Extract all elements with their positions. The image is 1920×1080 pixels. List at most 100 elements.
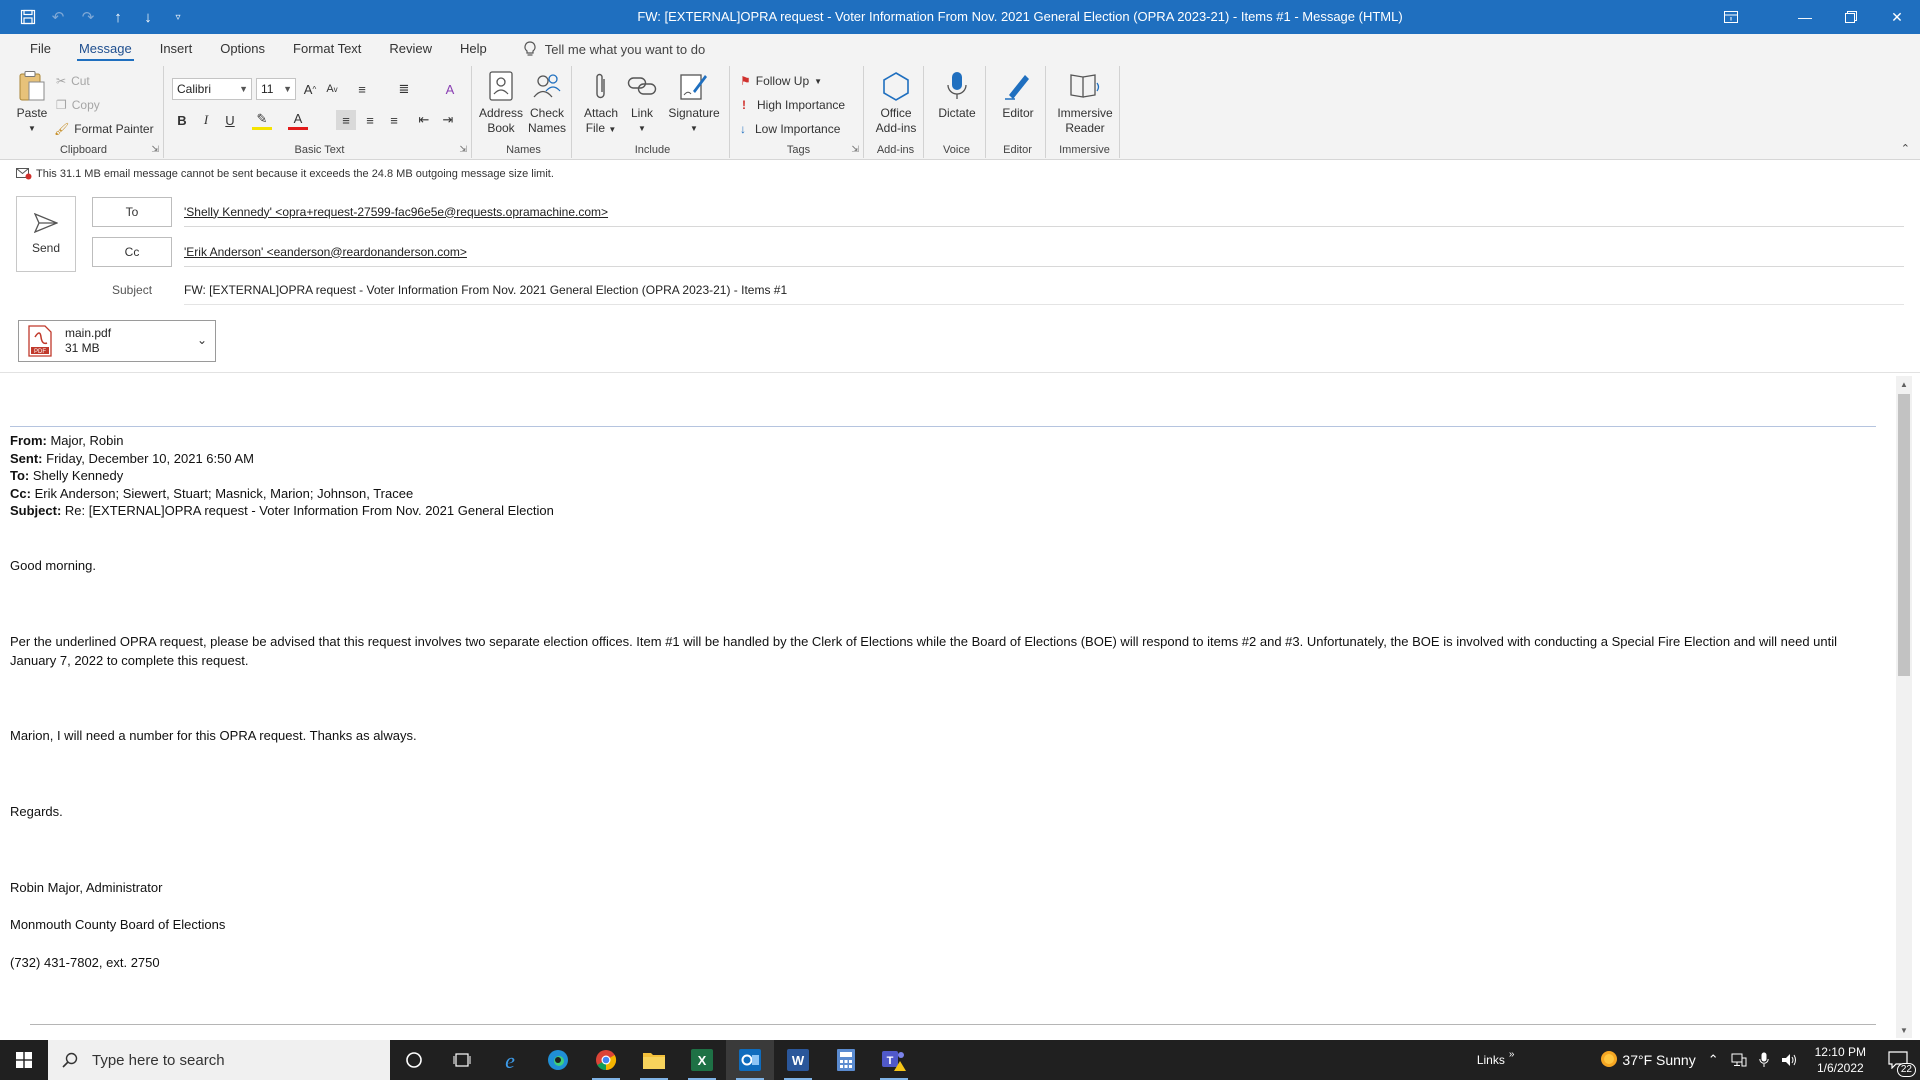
tab-insert[interactable]: Insert (146, 34, 207, 64)
paste-dropdown-icon[interactable]: ▼ (28, 121, 36, 136)
address-book-label-2: Book (487, 121, 515, 135)
font-color-icon[interactable]: A (288, 110, 308, 130)
calculator-icon[interactable] (822, 1040, 870, 1080)
tab-message[interactable]: Message (65, 34, 146, 64)
taskbar-search[interactable]: Type here to search (48, 1040, 390, 1080)
notification-center-icon[interactable]: 22 (1876, 1051, 1920, 1077)
save-icon[interactable] (18, 7, 38, 27)
word-icon[interactable]: W (774, 1040, 822, 1080)
tab-file[interactable]: File (16, 34, 65, 64)
chevron-right-icon: » (1508, 1048, 1515, 1060)
font-size-select[interactable]: 11 ▼ (256, 78, 296, 100)
clear-formatting-icon[interactable]: A (440, 79, 460, 99)
customize-toolbar-icon[interactable]: ▿ (168, 7, 188, 27)
bullets-icon[interactable]: ≡ (352, 79, 372, 99)
italic-icon[interactable]: I (196, 110, 216, 130)
align-center-icon[interactable]: ≡ (360, 110, 380, 130)
collapse-ribbon-icon[interactable]: ⌃ (1901, 142, 1910, 155)
editor-button[interactable]: Editor (994, 70, 1042, 121)
check-names-button[interactable]: Check Names (524, 70, 570, 136)
next-item-icon[interactable]: ↓ (138, 7, 158, 27)
decrease-indent-icon[interactable]: ⇤ (414, 110, 434, 130)
tags-launcher-icon[interactable]: ⇲ (851, 144, 859, 155)
format-painter-button[interactable]: 🖌 Format Painter (54, 122, 154, 136)
cortana-icon[interactable] (390, 1040, 438, 1080)
file-explorer-icon[interactable] (630, 1040, 678, 1080)
microphone-tray-icon[interactable] (1753, 1052, 1775, 1068)
cc-recipient[interactable]: 'Erik Anderson' <eanderson@reardonanders… (184, 245, 467, 259)
link-dropdown-icon[interactable]: ▼ (638, 121, 646, 136)
attachment[interactable]: PDF main.pdf 31 MB ⌄ (18, 320, 216, 362)
tab-review[interactable]: Review (375, 34, 446, 64)
tab-format-text[interactable]: Format Text (279, 34, 375, 64)
to-recipient[interactable]: 'Shelly Kennedy' <opra+request-27599-fac… (184, 205, 608, 219)
send-button[interactable]: Send (16, 196, 76, 272)
scroll-down-icon[interactable]: ▼ (1896, 1022, 1912, 1038)
chrome-icon[interactable] (582, 1040, 630, 1080)
office-addins-button[interactable]: Office Add-ins (870, 70, 922, 136)
align-right-icon[interactable]: ≡ (384, 110, 404, 130)
numbering-icon[interactable]: ≣ (394, 79, 414, 99)
bold-icon[interactable]: B (172, 110, 192, 130)
close-icon[interactable]: ✕ (1874, 0, 1920, 34)
subject-input[interactable]: FW: [EXTERNAL]OPRA request - Voter Infor… (184, 275, 1904, 305)
network-icon[interactable] (1725, 1053, 1753, 1067)
clipboard-launcher-icon[interactable]: ⇲ (151, 144, 159, 155)
copy-button[interactable]: ❐ Copy (56, 98, 100, 112)
clipboard-icon (16, 70, 48, 102)
high-importance-button[interactable]: ! High Importance (742, 98, 845, 112)
cut-button[interactable]: ✂ Cut (56, 74, 90, 88)
check-names-label-1: Check (529, 106, 564, 120)
immersive-reader-button[interactable]: Immersive Reader (1052, 70, 1118, 136)
scroll-up-icon[interactable]: ▲ (1896, 376, 1912, 392)
internet-explorer-icon[interactable]: e (486, 1040, 534, 1080)
basic-text-launcher-icon[interactable]: ⇲ (459, 144, 467, 155)
ribbon-display-options-icon[interactable] (1708, 0, 1754, 34)
to-field[interactable]: 'Shelly Kennedy' <opra+request-27599-fac… (184, 197, 1904, 227)
shrink-font-icon[interactable]: Av (322, 79, 342, 99)
previous-item-icon[interactable]: ↑ (108, 7, 128, 27)
minimize-icon[interactable]: — (1782, 0, 1828, 34)
paste-button[interactable]: Paste ▼ (10, 70, 54, 136)
dictate-button[interactable]: Dictate (932, 70, 982, 121)
vertical-scrollbar[interactable]: ▲ ▼ (1896, 376, 1912, 1038)
message-body[interactable]: From: Major, Robin Sent: Friday, Decembe… (10, 384, 1884, 1032)
volume-icon[interactable] (1775, 1053, 1805, 1067)
outlook-icon[interactable] (726, 1040, 774, 1080)
increase-indent-icon[interactable]: ⇥ (438, 110, 458, 130)
address-book-button[interactable]: Address Book (478, 70, 524, 136)
tab-help[interactable]: Help (446, 34, 501, 64)
tab-options[interactable]: Options (206, 34, 279, 64)
follow-up-button[interactable]: ⚑ Follow Up ▼ (740, 74, 822, 88)
scrollbar-thumb[interactable] (1898, 394, 1910, 676)
edge-icon[interactable] (534, 1040, 582, 1080)
attach-file-button[interactable]: Attach File ▼ (580, 70, 622, 137)
low-importance-button[interactable]: ↓ Low Importance (740, 122, 840, 136)
highlight-icon[interactable]: ✎ (252, 110, 272, 130)
links-toolbar[interactable]: Links » (1471, 1049, 1595, 1068)
task-view-icon[interactable] (438, 1040, 486, 1080)
to-button[interactable]: To (92, 197, 172, 227)
align-left-icon[interactable]: ≡ (336, 110, 356, 130)
cc-button[interactable]: Cc (92, 237, 172, 267)
signature-dropdown-icon[interactable]: ▼ (690, 121, 698, 136)
closing: Regards. (10, 804, 63, 819)
underline-icon[interactable]: U (220, 110, 240, 130)
weather-widget[interactable]: 37°F Sunny (1594, 1050, 1701, 1071)
undo-icon[interactable]: ↶ (48, 7, 68, 27)
excel-icon[interactable]: X (678, 1040, 726, 1080)
clock[interactable]: 12:10 PM 1/6/2022 (1805, 1044, 1876, 1076)
chevron-down-icon[interactable]: ⌄ (197, 333, 207, 347)
teams-icon[interactable]: T (870, 1040, 918, 1080)
redo-icon[interactable]: ↷ (78, 7, 98, 27)
grow-font-icon[interactable]: A ^ (300, 79, 320, 99)
font-name-select[interactable]: Calibri ▼ (172, 78, 252, 100)
tell-me-search[interactable]: Tell me what you want to do (523, 41, 705, 57)
restore-icon[interactable] (1828, 0, 1874, 34)
cc-field[interactable]: 'Erik Anderson' <eanderson@reardonanders… (184, 237, 1904, 267)
show-hidden-icons-icon[interactable]: ⌃ (1702, 1052, 1725, 1068)
link-button[interactable]: Link ▼ (624, 70, 660, 136)
signature-button[interactable]: Signature ▼ (662, 70, 726, 136)
windows-start-icon[interactable] (0, 1040, 48, 1080)
chevron-down-icon: ▼ (814, 76, 823, 86)
